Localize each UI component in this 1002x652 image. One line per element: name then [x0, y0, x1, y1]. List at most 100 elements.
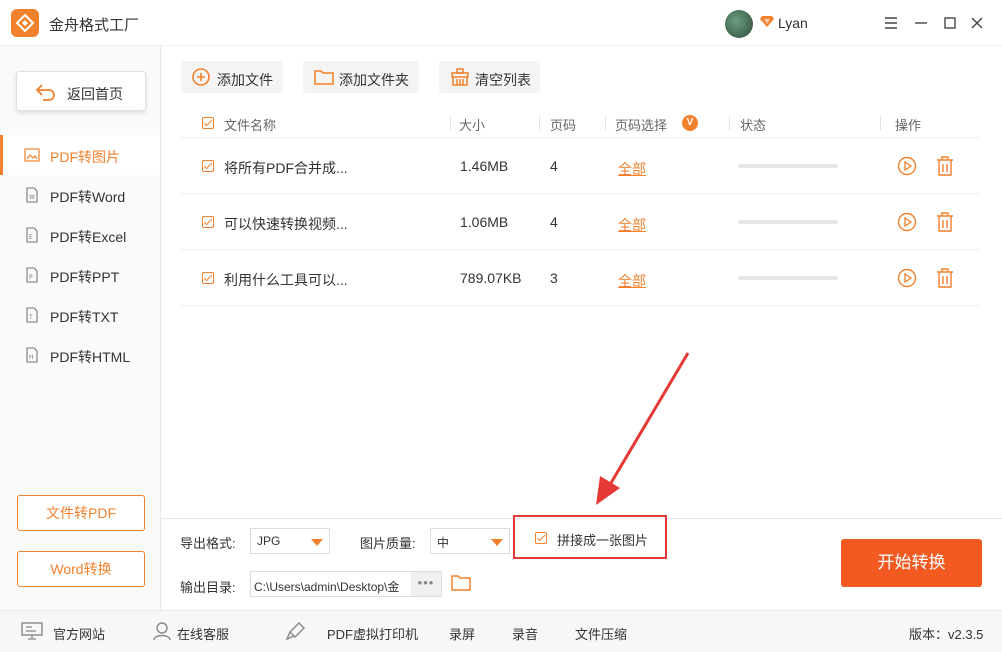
merge-image-highlight: 拼接成一张图片 [513, 515, 667, 559]
play-icon[interactable] [897, 156, 917, 176]
sidebar-item-pdf-to-html[interactable]: H PDF转HTML [0, 335, 160, 375]
title-bar: 金舟格式工厂 Lyan [0, 0, 1002, 46]
audio-record-link[interactable]: 录音 [512, 624, 538, 643]
trash-icon[interactable] [935, 211, 955, 233]
trash-icon[interactable] [935, 267, 955, 289]
svg-text:P: P [29, 274, 33, 281]
sidebar-item-label: PDF转TXT [50, 309, 119, 325]
annotation-arrow [596, 352, 690, 505]
row-checkbox[interactable] [202, 160, 214, 172]
sidebar-item-label: PDF转图片 [50, 149, 120, 165]
excel-file-icon: E [26, 227, 38, 243]
online-support-link[interactable]: 在线客服 [177, 624, 229, 643]
image-file-icon [24, 148, 40, 162]
table-row: 利用什么工具可以... 789.07KB 3 全部 [181, 250, 980, 306]
output-path-field[interactable]: C:\Users\admin\Desktop\金 ••• [250, 571, 442, 597]
broom-icon [451, 68, 469, 86]
column-header-size: 大小 [459, 118, 486, 133]
back-arrow-icon [35, 84, 55, 101]
official-website-link[interactable]: 官方网站 [53, 624, 105, 643]
file-name: 将所有PDF合并成... [224, 160, 348, 176]
table-header: 文件名称 大小 页码 页码选择 状态 操作 [181, 108, 980, 138]
sidebar-item-pdf-to-ppt[interactable]: P PDF转PPT [0, 255, 160, 295]
chevron-down-icon [311, 539, 323, 546]
file-size: 1.06MB [460, 214, 509, 230]
sidebar-item-label: PDF转HTML [50, 349, 131, 365]
version-label: 版本：v2.3.5 [909, 627, 984, 642]
column-header-actions: 操作 [895, 118, 922, 133]
app-title: 金舟格式工厂 [49, 17, 140, 34]
svg-text:W: W [29, 194, 35, 201]
image-quality-select[interactable]: 中 [430, 528, 510, 554]
page-select-vip-badge[interactable]: V [682, 115, 698, 131]
page-count: 3 [550, 270, 558, 286]
row-checkbox[interactable] [202, 272, 214, 284]
printer-brush-icon [285, 622, 305, 641]
page-select-link[interactable]: 全部 [618, 215, 646, 235]
customer-service-icon [153, 622, 171, 641]
trash-icon[interactable] [935, 155, 955, 177]
play-icon[interactable] [897, 212, 917, 232]
table-row: 将所有PDF合并成... 1.46MB 4 全部 [181, 138, 980, 194]
row-checkbox[interactable] [202, 216, 214, 228]
sidebar-item-label: PDF转Word [50, 189, 126, 205]
back-home-button[interactable]: 返回首页 [16, 71, 146, 111]
file-compress-link[interactable]: 文件压缩 [575, 624, 627, 643]
browse-more-button[interactable]: ••• [411, 572, 441, 596]
file-size: 1.46MB [460, 158, 509, 174]
start-convert-button[interactable]: 开始转换 [841, 539, 982, 587]
export-format-select[interactable]: JPG [250, 528, 330, 554]
open-folder-icon[interactable] [451, 574, 471, 592]
add-folder-button[interactable]: 添加文件夹 [303, 61, 419, 93]
close-icon[interactable] [968, 14, 986, 32]
progress-bar [738, 276, 838, 280]
output-settings-panel: 导出格式: JPG 图片质量: 中 拼接成一张图片 输出目录: C:\Users… [161, 515, 1002, 610]
page-select-link[interactable]: 全部 [618, 159, 646, 179]
minimize-icon[interactable] [912, 14, 930, 32]
back-home-label: 返回首页 [67, 86, 123, 102]
file-to-pdf-button[interactable]: 文件转PDF [17, 495, 145, 531]
sidebar: 返回首页 PDF转图片 W PDF转Word E PDF转Excel P PDF… [0, 46, 161, 610]
add-circle-icon [192, 68, 210, 86]
avatar[interactable] [725, 10, 753, 38]
progress-bar [738, 164, 838, 168]
add-folder-label: 添加文件夹 [339, 72, 409, 88]
column-divider [880, 116, 881, 130]
file-size: 789.07KB [460, 270, 522, 286]
page-select-link[interactable]: 全部 [618, 271, 646, 291]
menu-icon[interactable] [882, 14, 900, 32]
output-dir-label: 输出目录: [180, 580, 236, 595]
username[interactable]: Lyan [778, 15, 808, 31]
sidebar-item-label: PDF转PPT [50, 269, 120, 285]
merge-image-label[interactable]: 拼接成一张图片 [557, 530, 648, 549]
word-convert-button[interactable]: Word转换 [17, 551, 145, 587]
screen-record-link[interactable]: 录屏 [449, 624, 475, 643]
maximize-icon[interactable] [941, 14, 959, 32]
sidebar-item-pdf-to-excel[interactable]: E PDF转Excel [0, 215, 160, 255]
export-format-label: 导出格式: [180, 536, 236, 551]
clear-list-label: 清空列表 [475, 72, 531, 88]
clear-list-button[interactable]: 清空列表 [439, 61, 540, 93]
column-header-status: 状态 [740, 118, 767, 133]
table-row: 可以快速转换视频... 1.06MB 4 全部 [181, 194, 980, 250]
svg-text:T: T [28, 314, 33, 321]
word-file-icon: W [26, 187, 38, 203]
sidebar-item-pdf-to-word[interactable]: W PDF转Word [0, 175, 160, 215]
chevron-down-icon [491, 539, 503, 546]
pdf-printer-link[interactable]: PDF虚拟打印机 [327, 624, 418, 643]
select-all-checkbox[interactable] [202, 117, 214, 129]
app-logo-icon [11, 9, 39, 37]
sidebar-item-pdf-to-txt[interactable]: T PDF转TXT [0, 295, 160, 335]
txt-file-icon: T [26, 307, 38, 323]
folder-icon [314, 70, 334, 85]
vip-diamond-icon [760, 16, 774, 27]
progress-bar [738, 220, 838, 224]
svg-text:E: E [29, 234, 33, 241]
sidebar-item-pdf-to-image[interactable]: PDF转图片 [0, 135, 160, 175]
add-file-button[interactable]: 添加文件 [181, 61, 283, 93]
play-icon[interactable] [897, 268, 917, 288]
footer-bar: 官方网站 在线客服 PDF虚拟打印机 录屏 录音 文件压缩 版本：v2.3.5 [0, 610, 1002, 652]
column-divider [729, 116, 730, 130]
image-quality-value: 中 [437, 536, 450, 550]
merge-image-checkbox[interactable] [535, 532, 547, 544]
